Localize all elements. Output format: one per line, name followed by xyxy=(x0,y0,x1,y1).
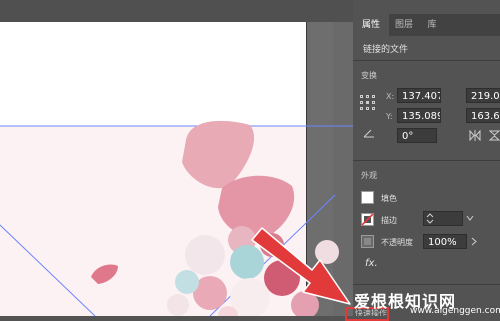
divider xyxy=(353,160,500,161)
rotate-field[interactable]: 0° xyxy=(397,128,437,143)
x-label: X: xyxy=(386,92,395,101)
opacity-label: 不透明度 xyxy=(381,238,413,247)
stroke-label: 描边 xyxy=(381,216,397,225)
tab-libraries[interactable]: 库 xyxy=(419,14,445,36)
x-field[interactable]: 137.407 xyxy=(397,88,441,103)
linked-file-label: 链接的文件 xyxy=(363,45,409,55)
fill-swatch[interactable] xyxy=(361,191,374,204)
panel-tabs: 属性 图层 库 xyxy=(353,14,500,36)
opacity-icon xyxy=(361,235,374,248)
tab-properties[interactable]: 属性 xyxy=(353,14,389,36)
opacity-field[interactable]: 100% xyxy=(423,234,467,249)
flip-horizontal-icon[interactable] xyxy=(469,130,481,141)
divider xyxy=(353,284,500,285)
reference-point-icon[interactable] xyxy=(360,95,375,110)
height-field[interactable]: 163.68 xyxy=(466,108,500,123)
divider xyxy=(353,60,500,61)
effects-button[interactable]: fx. xyxy=(365,258,378,269)
y-field[interactable]: 135.089 xyxy=(397,108,441,123)
chevron-right-icon[interactable] xyxy=(471,237,477,246)
watermark-url: www.aigenggen.com xyxy=(410,306,500,316)
fill-label: 填色 xyxy=(381,194,397,203)
width-field[interactable]: 219.07 xyxy=(466,88,500,103)
appearance-section-title: 外观 xyxy=(361,171,377,180)
tab-layers[interactable]: 图层 xyxy=(389,14,419,36)
y-label: Y: xyxy=(386,112,393,121)
angle-icon xyxy=(363,129,374,138)
stepper-icon[interactable] xyxy=(426,213,434,224)
chevron-down-icon[interactable] xyxy=(466,215,474,221)
flip-vertical-icon[interactable] xyxy=(489,130,500,141)
stroke-swatch[interactable] xyxy=(361,213,374,226)
properties-panel: 属性 图层 库 链接的文件 变换 X: 137.407 宽: 219.07 Y:… xyxy=(353,0,500,316)
transform-section-title: 变换 xyxy=(361,71,377,80)
